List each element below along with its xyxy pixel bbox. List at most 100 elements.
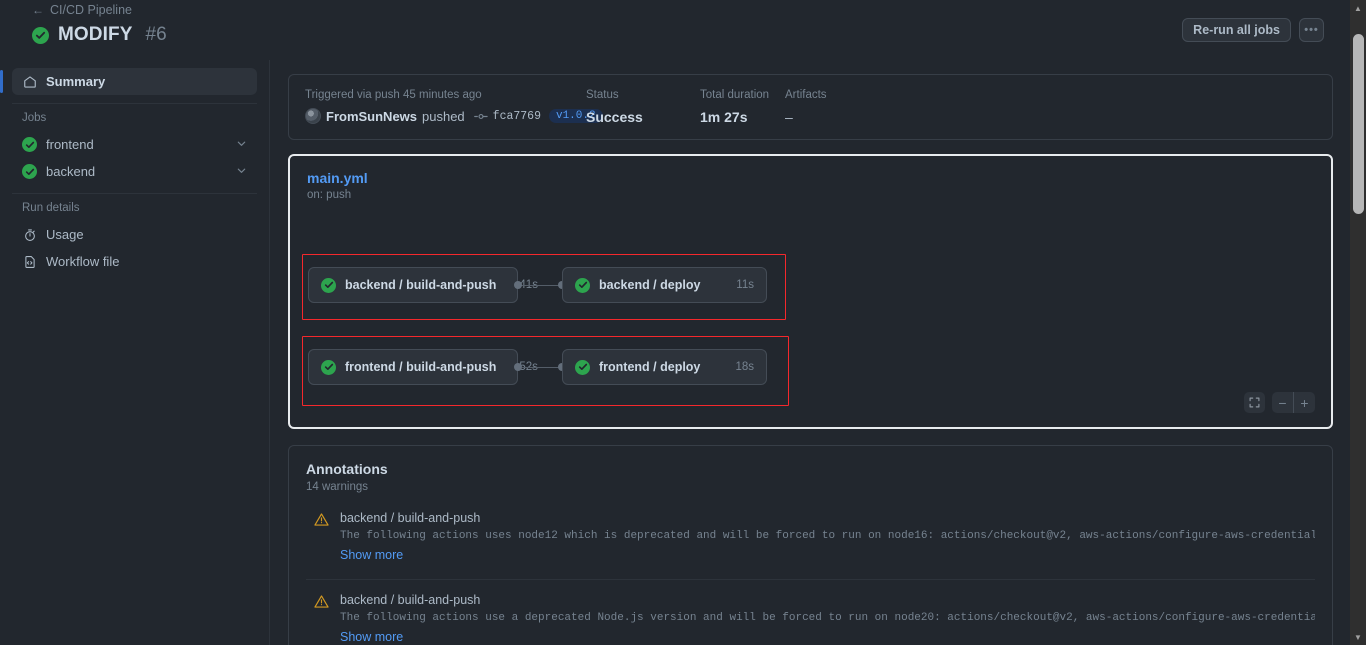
- run-summary-panel: Triggered via push 45 minutes ago FromSu…: [288, 74, 1333, 140]
- artifacts-value: –: [785, 109, 793, 125]
- main-content: Triggered via push 45 minutes ago FromSu…: [271, 60, 1350, 645]
- success-check-icon: [575, 359, 590, 375]
- annotation-item: backend / build-and-push The following a…: [306, 493, 1315, 562]
- sidebar-divider-2: [12, 193, 257, 194]
- warning-icon: [314, 594, 329, 644]
- sidebar-item-label-usage: Usage: [46, 227, 84, 242]
- job-node-label: backend / build-and-push: [345, 278, 497, 292]
- back-arrow-icon[interactable]: ←: [32, 4, 44, 16]
- annotation-job-name: backend / build-and-push: [340, 511, 481, 525]
- success-check-icon: [575, 277, 590, 293]
- file-code-icon: [22, 254, 37, 269]
- annotations-title: Annotations: [306, 461, 388, 477]
- annotations-count: 14 warnings: [306, 481, 369, 493]
- trigger-column: Triggered via push 45 minutes ago FromSu…: [305, 88, 603, 124]
- sidebar-item-frontend[interactable]: frontend: [12, 131, 257, 158]
- success-check-icon: [22, 164, 37, 179]
- duration-label: Total duration: [700, 89, 770, 101]
- commit-icon: [473, 111, 488, 122]
- job-node-label: frontend / deploy: [599, 360, 701, 374]
- annotation-body: backend / build-and-push The following a…: [340, 593, 1315, 644]
- sidebar-item-backend[interactable]: backend: [12, 158, 257, 185]
- sidebar-item-summary[interactable]: Summary: [0, 68, 257, 95]
- sidebar-item-label-backend: backend: [46, 164, 96, 179]
- annotation-body: backend / build-and-push The following a…: [340, 511, 1315, 562]
- annotation-job-name: backend / build-and-push: [340, 593, 481, 607]
- edge-dot-out-backend-build: [514, 281, 522, 289]
- run-number: #6: [145, 24, 167, 45]
- workflow-trigger: on: push: [307, 189, 352, 201]
- success-check-icon: [321, 359, 336, 375]
- commit-sha[interactable]: fca7769: [493, 110, 541, 123]
- show-more-link[interactable]: Show more: [340, 630, 403, 644]
- edge-backend: [522, 285, 560, 286]
- workflow-graph-panel[interactable]: main.yml on: push backend / build-and-pu…: [288, 154, 1333, 429]
- zoom-in-button[interactable]: +: [1294, 392, 1315, 413]
- status-label: Status: [586, 89, 619, 101]
- status-column: Status Success: [586, 88, 700, 126]
- annotation-message-text: The following actions uses node12 which …: [340, 530, 1315, 542]
- rerun-all-jobs-button[interactable]: Re-run all jobs: [1182, 18, 1291, 42]
- page-title: MODIFY: [58, 24, 133, 45]
- page-header: ← CI/CD Pipeline MODIFY #6 Re-run all jo…: [0, 0, 1350, 60]
- warning-icon: [314, 512, 329, 562]
- annotation-message-text: The following actions use a deprecated N…: [340, 612, 1315, 624]
- success-check-icon: [22, 137, 37, 152]
- sidebar-heading-run-details: Run details: [22, 202, 80, 214]
- annotations-panel: Annotations 14 warnings backend / build-…: [288, 445, 1333, 645]
- trigger-detail: FromSunNews pushed fca7769 v1.0.2: [305, 108, 603, 124]
- edge-frontend: [522, 367, 560, 368]
- chevron-down-icon[interactable]: [236, 165, 247, 179]
- avatar: [305, 108, 321, 124]
- home-icon: [22, 74, 37, 89]
- stopwatch-icon: [22, 227, 37, 242]
- trigger-label: Triggered via push 45 minutes ago: [305, 89, 482, 101]
- zoom-button-group: − +: [1272, 392, 1315, 413]
- show-more-link[interactable]: Show more: [340, 548, 403, 562]
- job-node-frontend-deploy[interactable]: frontend / deploy 18s: [562, 349, 767, 385]
- job-node-duration: 18s: [735, 361, 754, 373]
- job-node-label: frontend / build-and-push: [345, 360, 497, 374]
- duration-value: 1m 27s: [700, 109, 748, 125]
- sidebar-item-usage[interactable]: Usage: [12, 221, 257, 248]
- sidebar-item-workflow-file[interactable]: Workflow file: [12, 248, 257, 275]
- annotation-message: The following actions uses node12 which …: [340, 530, 1315, 542]
- sidebar-item-label-workflow-file: Workflow file: [46, 254, 120, 269]
- job-node-backend-deploy[interactable]: backend / deploy 11s: [562, 267, 767, 303]
- job-node-backend-build-and-push[interactable]: backend / build-and-push 41s: [308, 267, 538, 303]
- sidebar-item-label-frontend: frontend: [46, 137, 94, 152]
- sidebar: Summary Jobs frontend backend Run detail…: [0, 60, 270, 645]
- sidebar-heading-jobs: Jobs: [22, 112, 47, 124]
- run-title-row: MODIFY #6: [14, 17, 1336, 46]
- workflow-file-name[interactable]: main.yml: [290, 156, 1331, 186]
- sidebar-divider-1: [12, 103, 257, 104]
- job-node-duration: 11s: [736, 279, 754, 291]
- scroll-up-arrow-icon[interactable]: ▲: [1350, 0, 1366, 16]
- scrollbar-thumb[interactable]: [1353, 34, 1364, 214]
- edge-dot-out-frontend-build: [514, 363, 522, 371]
- workflow-run-page: ← CI/CD Pipeline MODIFY #6 Re-run all jo…: [0, 0, 1366, 645]
- sidebar-item-label-summary: Summary: [46, 74, 106, 89]
- duration-column: Total duration 1m 27s: [700, 88, 785, 126]
- scroll-down-arrow-icon[interactable]: ▼: [1350, 629, 1366, 645]
- breadcrumb-link-pipeline[interactable]: CI/CD Pipeline: [50, 3, 132, 17]
- annotation-item: backend / build-and-push The following a…: [306, 579, 1315, 644]
- fullscreen-icon[interactable]: [1244, 392, 1265, 413]
- breadcrumb: ← CI/CD Pipeline: [14, 0, 1336, 17]
- chevron-down-icon[interactable]: [236, 138, 247, 152]
- annotation-message: The following actions use a deprecated N…: [340, 612, 1315, 624]
- zoom-out-button[interactable]: −: [1272, 392, 1293, 413]
- graph-zoom-controls: − +: [1244, 392, 1315, 413]
- more-options-button[interactable]: •••: [1299, 18, 1324, 42]
- status-value: Success: [586, 109, 643, 125]
- actor-name[interactable]: FromSunNews: [326, 109, 417, 124]
- vertical-scrollbar[interactable]: ▲ ▼: [1350, 0, 1366, 645]
- header-actions: Re-run all jobs •••: [1182, 18, 1324, 42]
- artifacts-column: Artifacts –: [785, 88, 827, 126]
- success-check-icon: [321, 277, 336, 293]
- job-node-label: backend / deploy: [599, 278, 701, 292]
- job-node-frontend-build-and-push[interactable]: frontend / build-and-push 52s: [308, 349, 538, 385]
- action-verb: pushed: [422, 108, 465, 124]
- artifacts-label: Artifacts: [785, 89, 827, 101]
- success-check-icon: [32, 26, 49, 44]
